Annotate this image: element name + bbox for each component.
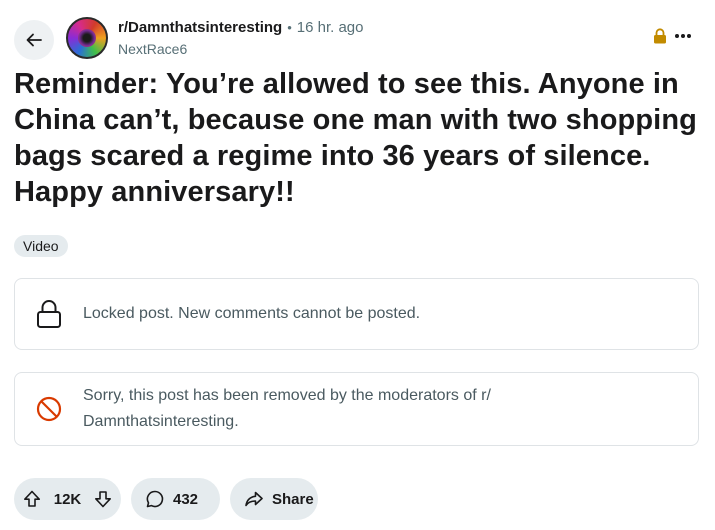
removed-notice: Sorry, this post has been removed by the… bbox=[14, 372, 699, 446]
downvote-icon[interactable] bbox=[93, 489, 113, 509]
arrow-left-icon bbox=[26, 33, 42, 47]
comment-icon bbox=[145, 489, 165, 509]
vote-count: 12K bbox=[53, 490, 82, 508]
post-time: 16 hr. ago bbox=[296, 19, 364, 36]
share-button[interactable]: Share bbox=[230, 478, 318, 520]
meta-separator: • bbox=[287, 20, 292, 35]
post-actions: 12K 432 Share bbox=[14, 478, 318, 520]
post-header: r/Damnthatsinteresting • 16 hr. ago Next… bbox=[14, 14, 701, 60]
comments-button[interactable]: 432 bbox=[131, 478, 220, 520]
upvote-icon[interactable] bbox=[22, 489, 42, 509]
lock-icon bbox=[15, 299, 83, 329]
share-icon bbox=[244, 489, 264, 509]
removed-notice-text: Sorry, this post has been removed by the… bbox=[83, 387, 491, 430]
more-icon bbox=[675, 34, 691, 38]
comment-count: 432 bbox=[173, 490, 199, 508]
back-button[interactable] bbox=[14, 20, 54, 60]
post-title: Reminder: You’re allowed to see this. An… bbox=[14, 68, 697, 208]
locked-notice-text: Locked post. New comments cannot be post… bbox=[83, 305, 421, 322]
vote-control: 12K bbox=[14, 478, 121, 520]
locked-notice: Locked post. New comments cannot be post… bbox=[14, 278, 699, 350]
post-meta: r/Damnthatsinteresting • 16 hr. ago Next… bbox=[118, 18, 364, 59]
more-options-button[interactable] bbox=[671, 24, 695, 48]
author-link[interactable]: NextRace6 bbox=[118, 39, 364, 59]
post-flair[interactable]: Video bbox=[14, 235, 68, 257]
prohibited-icon bbox=[15, 396, 83, 422]
share-label: Share bbox=[272, 490, 314, 508]
subreddit-link[interactable]: r/Damnthatsinteresting bbox=[118, 18, 282, 38]
lock-icon bbox=[653, 28, 667, 49]
subreddit-avatar[interactable] bbox=[66, 17, 108, 59]
